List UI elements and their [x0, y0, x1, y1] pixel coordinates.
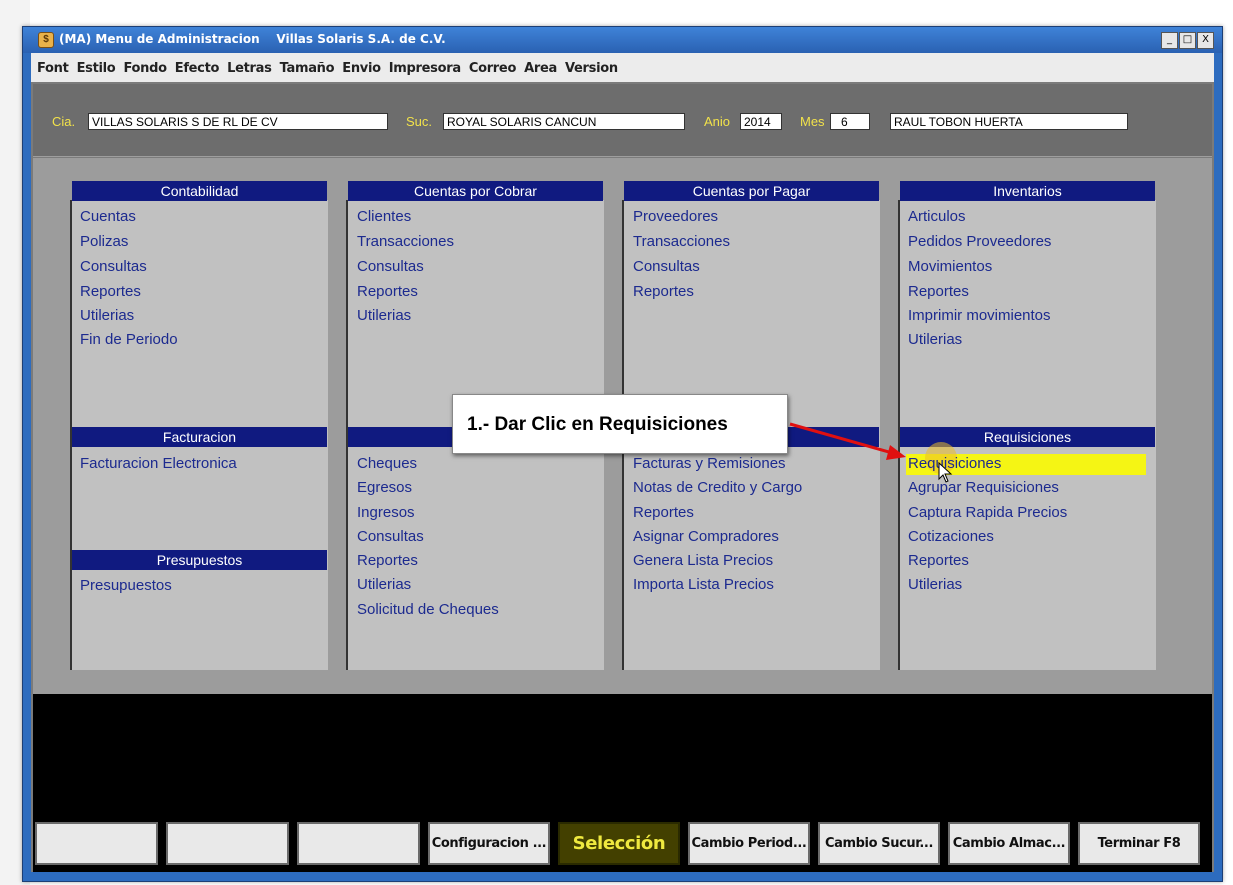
blank-button-1[interactable]: [35, 822, 158, 865]
cambio-periodo-button[interactable]: Cambio Period...: [688, 822, 810, 865]
blank-button-3[interactable]: [297, 822, 420, 865]
configuracion-button[interactable]: Configuracion ...: [428, 822, 550, 865]
cambio-sucursal-button[interactable]: Cambio Sucur...: [818, 822, 940, 865]
callout-arrow-icon: [789, 422, 906, 460]
seleccion-button[interactable]: Selección: [558, 822, 680, 865]
terminar-button[interactable]: Terminar F8: [1078, 822, 1200, 865]
cambio-almacen-button[interactable]: Cambio Almac...: [948, 822, 1070, 865]
blank-button-2[interactable]: [166, 822, 289, 865]
